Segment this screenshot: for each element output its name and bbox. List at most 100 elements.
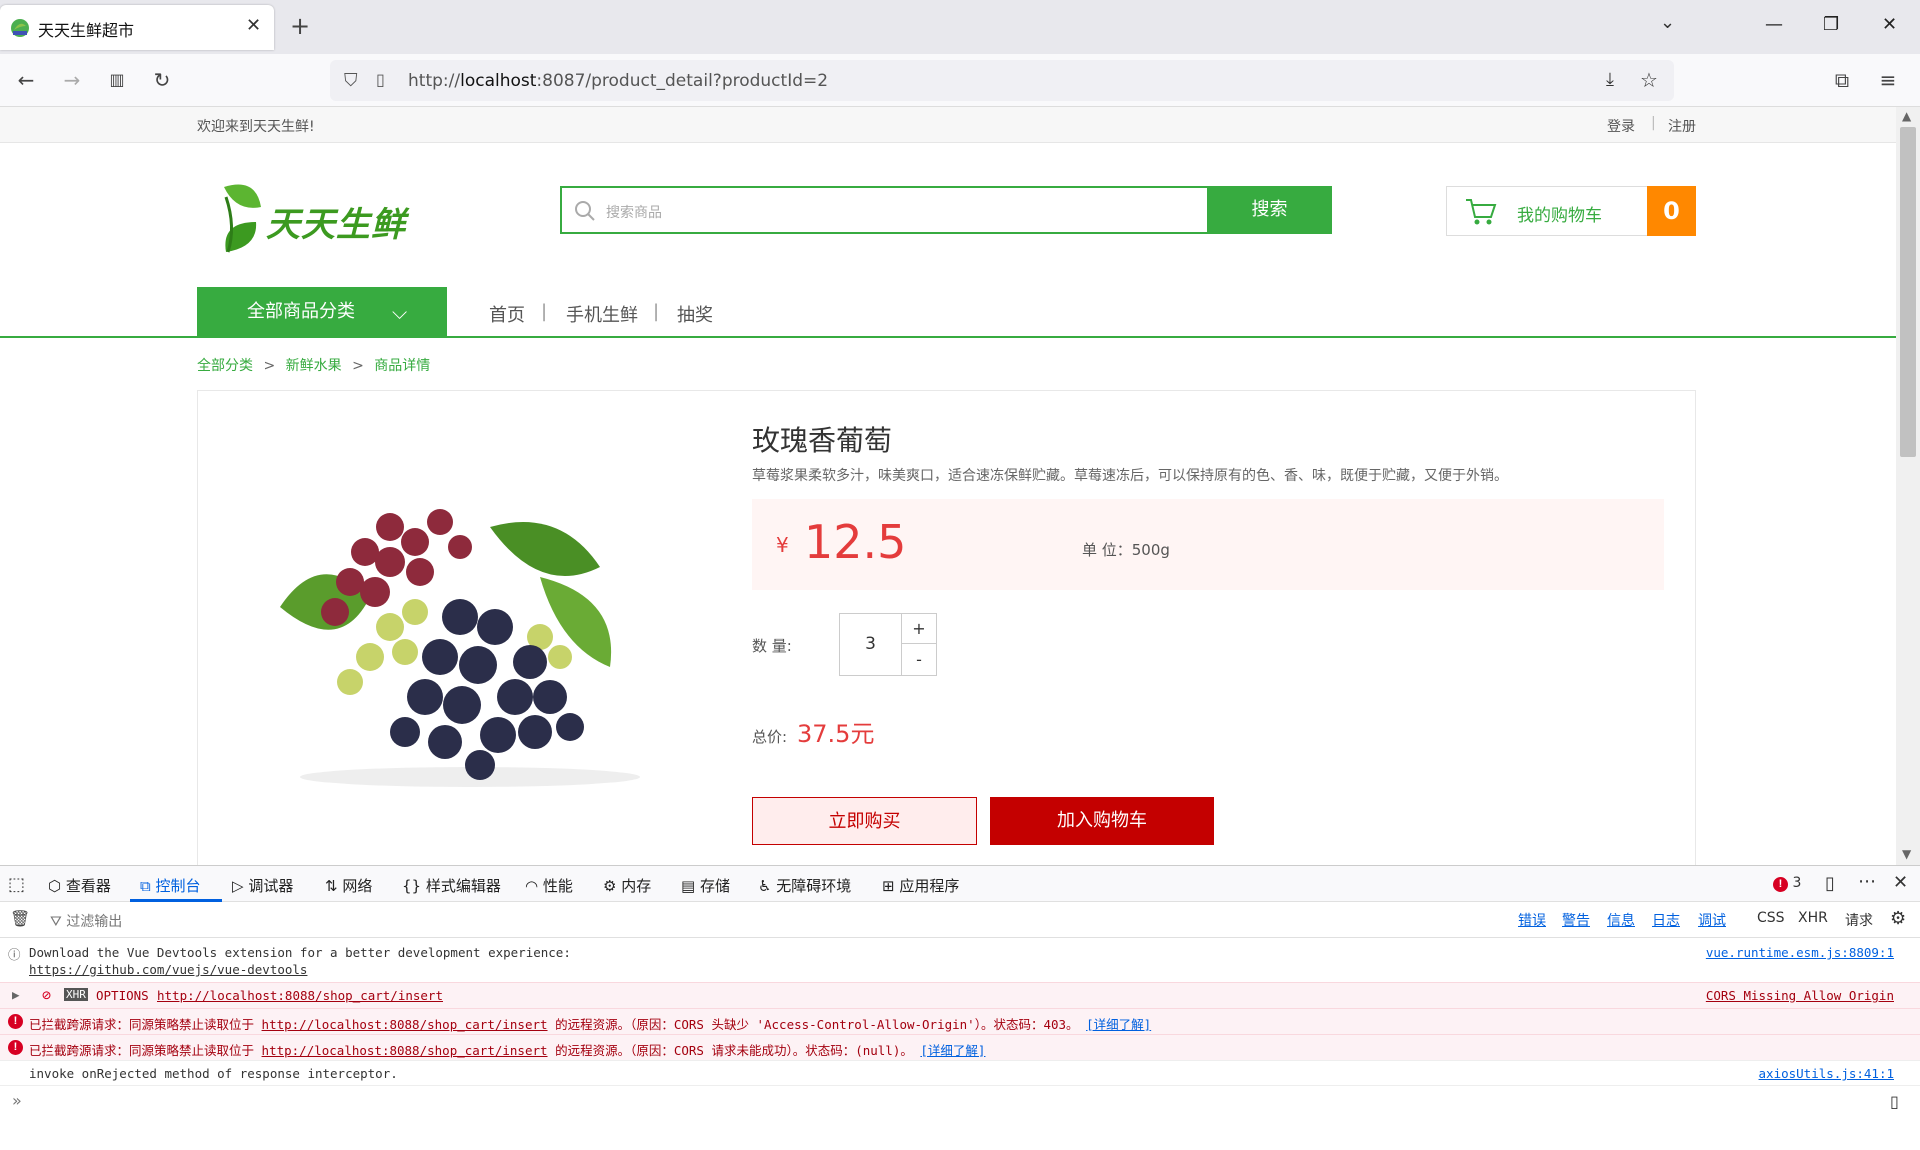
minimize-icon[interactable]: — [1765, 14, 1783, 35]
address-bar[interactable]: ⛉ ▯ http://localhost:8087/product_detail… [330, 60, 1674, 101]
nav-home[interactable]: 首页 [489, 301, 525, 327]
quantity-label: 数 量: [752, 637, 792, 655]
filter-errors[interactable]: 错误 [1518, 910, 1546, 930]
all-categories-button[interactable]: 全部商品分类 ⌵ [197, 287, 447, 337]
info-icon: ⓘ [8, 947, 21, 962]
error-message: 已拦截跨源请求：同源策略禁止读取位于 http://localhost:8088… [29, 1043, 986, 1058]
log-source-link[interactable]: vue.runtime.esm.js:8809:1 [1706, 945, 1894, 960]
console-error-row: ! 已拦截跨源请求：同源策略禁止读取位于 http://localhost:80… [0, 1008, 1920, 1034]
tab-network[interactable]: ⇅ 网络 [325, 875, 372, 896]
xhr-tag: XHR [64, 988, 88, 1001]
learn-more-link[interactable]: [详细了解] [1086, 1017, 1151, 1032]
navigation-toolbar: ← → ▥ ↻ ⛉ ▯ http://localhost:8087/produc… [0, 54, 1920, 107]
learn-more-link[interactable]: [详细了解] [920, 1043, 985, 1058]
xhr-url-link[interactable]: http://localhost:8088/shop_cart/insert [157, 988, 443, 1003]
page-scrollbar[interactable]: ▲ ▼ [1896, 107, 1920, 865]
back-icon[interactable]: ← [14, 68, 38, 92]
separator: | [1651, 115, 1656, 131]
scroll-up-icon[interactable]: ▲ [1902, 109, 1911, 123]
expand-arrow-icon[interactable]: ▶ [12, 987, 20, 1002]
error-url-link[interactable]: http://localhost:8088/shop_cart/insert [262, 1043, 548, 1058]
console-settings-icon[interactable]: ⚙ [1890, 908, 1906, 929]
filter-debug[interactable]: 调试 [1698, 910, 1726, 930]
reload-icon[interactable]: ↻ [150, 68, 174, 92]
split-console-icon[interactable]: ▯ [1890, 1092, 1899, 1111]
log-message: Download the Vue Devtools extension for … [29, 945, 571, 960]
dock-icon[interactable]: ▯ [1825, 873, 1835, 894]
tab-debugger[interactable]: ▷ 调试器 [232, 875, 293, 896]
extensions-icon[interactable]: ⧉ [1830, 68, 1854, 92]
breadcrumb-fruit[interactable]: 新鲜水果 [286, 358, 342, 374]
trash-icon[interactable]: 🗑 [10, 909, 30, 928]
save-to-pocket-icon[interactable]: ⤓ [1606, 69, 1614, 90]
url-text[interactable]: http://localhost:8087/product_detail?pro… [408, 71, 828, 91]
tab-close-icon[interactable]: ✕ [246, 15, 261, 36]
tab-accessibility[interactable]: ♿ 无障碍环境 [758, 875, 851, 896]
filter-info[interactable]: 信息 [1607, 910, 1635, 930]
tab-memory[interactable]: ⚙ 内存 [603, 875, 651, 896]
more-options-icon[interactable]: ⋯ [1858, 871, 1876, 892]
scroll-down-icon[interactable]: ▼ [1902, 847, 1911, 861]
shield-icon[interactable]: ⛉ [344, 70, 358, 91]
total-label: 总价: [752, 728, 788, 746]
filter-warnings[interactable]: 警告 [1562, 910, 1590, 930]
filter-xhr[interactable]: XHR [1798, 910, 1828, 926]
tab-list-chevron-icon[interactable]: ⌄ [1660, 12, 1675, 33]
error-url-link[interactable]: http://localhost:8088/shop_cart/insert [262, 1017, 548, 1032]
new-tab-icon[interactable]: + [290, 12, 310, 40]
tab-console[interactable]: ⧉ 控制台 [140, 875, 201, 896]
cart-count-badge: 0 [1647, 186, 1696, 236]
breadcrumb-all[interactable]: 全部分类 [197, 358, 253, 374]
breadcrumb-detail[interactable]: 商品详情 [374, 358, 430, 374]
menu-icon[interactable]: ≡ [1876, 68, 1900, 92]
console-error-row: ! 已拦截跨源请求：同源策略禁止读取位于 http://localhost:80… [0, 1034, 1920, 1060]
filter-logs[interactable]: 日志 [1652, 910, 1680, 930]
login-link[interactable]: 登录 [1607, 116, 1635, 136]
console-prompt[interactable]: » [12, 1091, 22, 1110]
total-price: 37.5元 [797, 720, 875, 748]
console-log-row: invoke onRejected method of response int… [0, 1060, 1920, 1086]
buy-now-button[interactable]: 立即购买 [752, 797, 977, 845]
log-source-link[interactable]: axiosUtils.js:41:1 [1759, 1066, 1894, 1081]
page-info-icon[interactable]: ▯ [376, 70, 385, 89]
nav-separator: | [541, 301, 548, 322]
forward-icon[interactable]: → [60, 68, 84, 92]
sidebar-icon[interactable]: ▥ [105, 68, 129, 92]
error-icon: ! [8, 1040, 23, 1055]
tab-storage[interactable]: ▤ 存储 [681, 875, 730, 896]
blocked-icon: ⊘ [42, 986, 52, 1004]
nav-separator: | [653, 301, 660, 322]
currency-symbol: ¥ [776, 533, 789, 557]
scrollbar-thumb[interactable] [1900, 127, 1916, 457]
tab-inspector[interactable]: ⬡ 查看器 [48, 875, 111, 896]
search-button[interactable]: 搜索 [1207, 186, 1332, 234]
log-link[interactable]: https://github.com/vuejs/vue-devtools [29, 962, 307, 977]
element-picker-icon[interactable]: ⬚ [8, 874, 25, 895]
filter-requests[interactable]: 请求 [1845, 910, 1873, 930]
tab-style-editor[interactable]: {} 样式编辑器 [402, 875, 501, 896]
search-input[interactable]: 搜索商品 [606, 202, 662, 222]
error-count-badge[interactable]: ! 3 [1773, 875, 1801, 892]
filter-input[interactable]: ⛛ 过滤输出 [50, 911, 122, 931]
nav-mobile-fresh[interactable]: 手机生鲜 [566, 301, 638, 327]
browser-tab[interactable]: 天天生鲜超市 ✕ [0, 5, 274, 50]
nav-lottery[interactable]: 抽奖 [677, 301, 713, 327]
cors-reason-link[interactable]: CORS Missing Allow Origin [1706, 988, 1894, 1003]
restore-icon[interactable]: ❐ [1823, 14, 1839, 35]
quantity-plus-button[interactable]: + [902, 614, 936, 644]
bookmark-star-icon[interactable]: ☆ [1640, 68, 1658, 92]
site-logo[interactable]: 天天生鲜 [216, 177, 416, 257]
tab-title: 天天生鲜超市 [38, 21, 135, 40]
tab-application[interactable]: ⊞ 应用程序 [882, 875, 959, 896]
filter-css[interactable]: CSS [1757, 910, 1785, 926]
register-link[interactable]: 注册 [1668, 116, 1696, 136]
add-to-cart-button[interactable]: 加入购物车 [990, 797, 1214, 845]
devtools-toolbar: ⬚ ⬡ 查看器 ⧉ 控制台 ▷ 调试器 ⇅ 网络 {} 样式编辑器 ◠ 性能 ⚙… [0, 866, 1920, 902]
window-close-icon[interactable]: ✕ [1882, 14, 1897, 35]
tab-performance[interactable]: ◠ 性能 [525, 875, 573, 896]
quantity-input[interactable]: 3 [840, 614, 902, 675]
devtools-close-icon[interactable]: ✕ [1893, 872, 1908, 893]
quantity-minus-button[interactable]: - [902, 645, 936, 675]
console-xhr-row[interactable]: ▶ ⊘ XHR OPTIONS http://localhost:8088/sh… [0, 982, 1920, 1008]
log-message: invoke onRejected method of response int… [29, 1066, 398, 1081]
